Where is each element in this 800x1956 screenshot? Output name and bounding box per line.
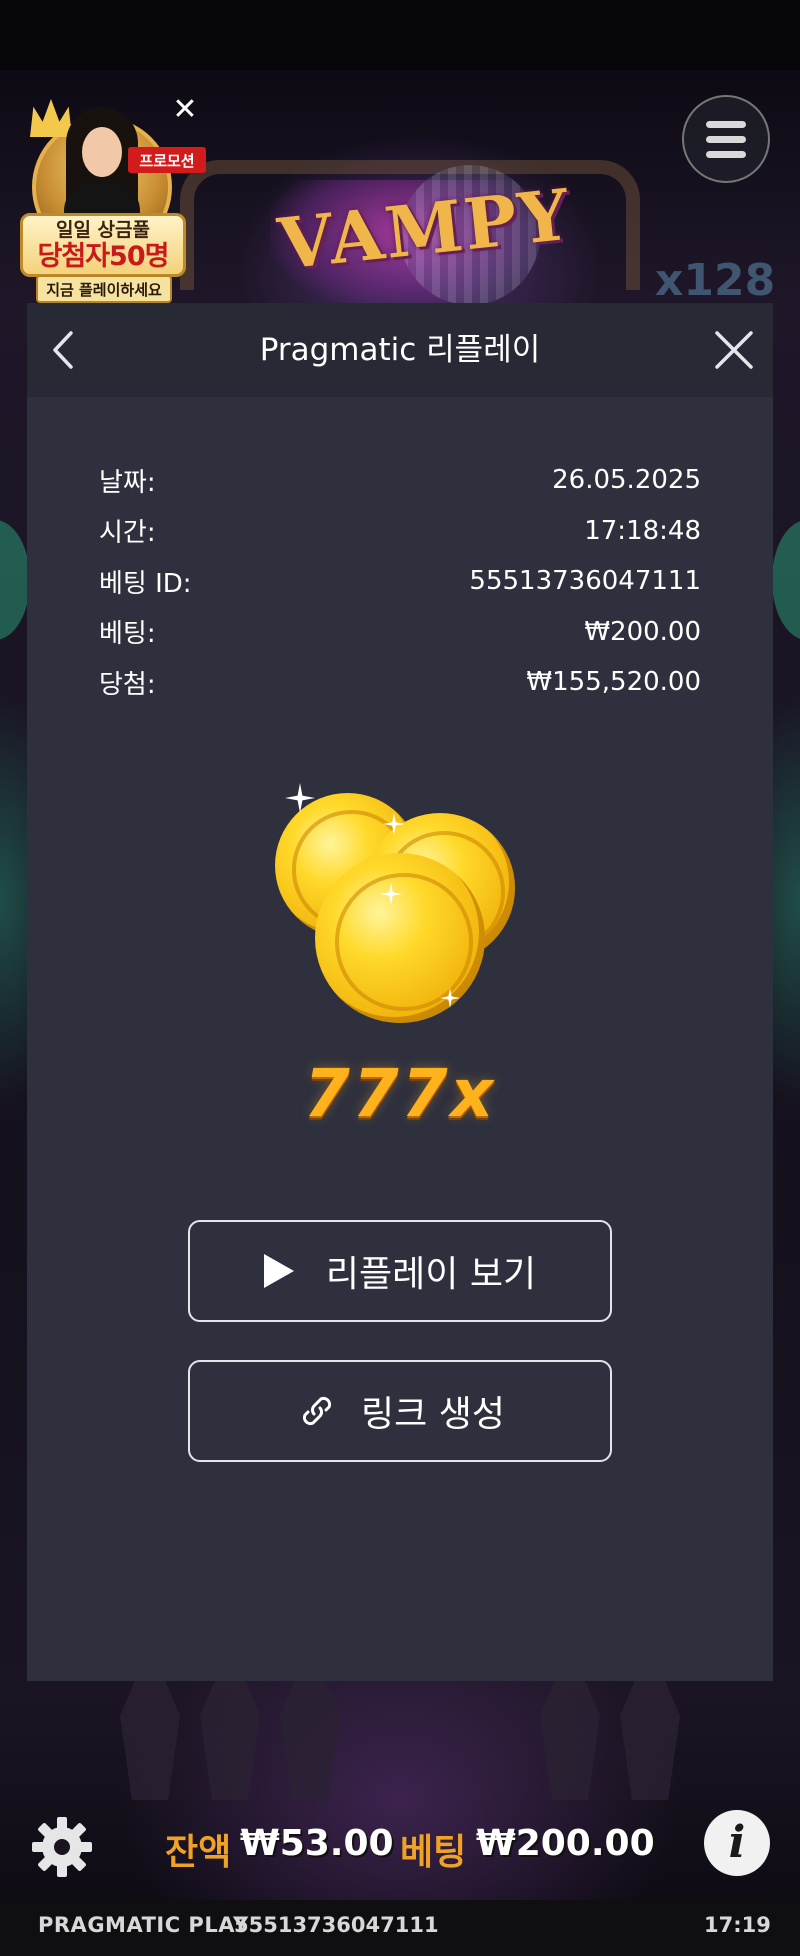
bet-label: 베팅: <box>99 619 156 650</box>
hamburger-icon-bar <box>706 135 746 143</box>
brand-name: PRAGMATIC PLAY <box>38 1913 249 1937</box>
bet-value: ₩200.00 <box>584 616 701 647</box>
coffin <box>620 1680 680 1800</box>
promo-tag: 프로모션 <box>128 147 206 173</box>
create-link-button[interactable]: 링크 생성 <box>188 1360 612 1462</box>
modal-header: Pragmatic 리플레이 <box>27 303 773 397</box>
right-decoration <box>772 520 800 640</box>
promo-banner: 일일 상금풀 당첨자50명 <box>20 213 186 277</box>
info-button[interactable]: i <box>704 1810 770 1876</box>
bet-row: 베팅: ₩200.00 <box>99 607 701 658</box>
settings-button[interactable] <box>30 1815 94 1879</box>
coffin <box>540 1680 600 1800</box>
promo-title: 일일 상금풀 <box>55 219 150 241</box>
replay-modal: Pragmatic 리플레이 날짜: 26.05.2025 시간: 17:18:… <box>27 303 773 1681</box>
balance-label: 잔액 <box>165 1832 232 1873</box>
watch-replay-label: 리플레이 보기 <box>325 1254 537 1295</box>
date-label: 날짜: <box>99 467 156 498</box>
coffins-decoration <box>0 1680 800 1800</box>
bet-id-value: 55513736047111 <box>469 566 701 597</box>
modal-title: Pragmatic 리플레이 <box>259 332 541 368</box>
time-row: 시간: 17:18:48 <box>99 506 701 557</box>
watch-replay-button[interactable]: 리플레이 보기 <box>188 1220 612 1322</box>
create-link-label: 링크 생성 <box>361 1394 505 1435</box>
close-button[interactable] <box>707 323 761 377</box>
bet-id-label: 베팅 ID: <box>99 568 192 599</box>
round-id: 55513736047111 <box>234 1913 439 1937</box>
hamburger-icon-bar <box>706 150 746 158</box>
footer-bar: PRAGMATIC PLAY 55513736047111 17:19 <box>0 1900 800 1956</box>
date-value: 26.05.2025 <box>552 465 701 496</box>
win-row: 당첨: ₩155,520.00 <box>99 657 701 708</box>
menu-button[interactable] <box>682 95 770 183</box>
bet-amount-value[interactable]: ₩200.00 <box>476 1823 655 1864</box>
promo-winners: 당첨자50명 <box>37 241 170 272</box>
balance-value: ₩53.00 <box>240 1823 394 1864</box>
play-icon <box>263 1254 294 1288</box>
bet-id-row: 베팅 ID: 55513736047111 <box>99 556 701 607</box>
coin <box>315 853 485 1023</box>
background-multiplier: x128 <box>655 255 776 306</box>
left-decoration <box>0 520 30 640</box>
bet-details: 날짜: 26.05.2025 시간: 17:18:48 베팅 ID: 55513… <box>99 455 701 708</box>
time-label: 시간: <box>99 518 156 549</box>
hamburger-icon-bar <box>706 120 746 128</box>
win-value: ₩155,520.00 <box>526 667 701 698</box>
coffin <box>120 1680 180 1800</box>
link-icon <box>303 1396 332 1426</box>
clock: 17:19 <box>704 1913 771 1937</box>
coffin <box>280 1680 340 1800</box>
date-row: 날짜: 26.05.2025 <box>99 455 701 506</box>
gear-icon <box>32 1817 92 1877</box>
time-value: 17:18:48 <box>584 515 701 546</box>
promo-close-icon[interactable]: ✕ <box>170 95 200 125</box>
bet-amount-label: 베팅 <box>400 1832 467 1873</box>
promotion-widget[interactable]: 프로모션 일일 상금풀 당첨자50명 지금 플레이하세요 ✕ <box>20 95 206 305</box>
win-multiplier: 777x <box>303 1055 497 1132</box>
close-icon <box>715 331 753 369</box>
promo-play-now-button[interactable]: 지금 플레이하세요 <box>36 275 172 303</box>
gold-coins-icon <box>265 773 565 1063</box>
coffin <box>200 1680 260 1800</box>
top-strip <box>0 0 800 70</box>
win-label: 당첨: <box>99 669 156 700</box>
